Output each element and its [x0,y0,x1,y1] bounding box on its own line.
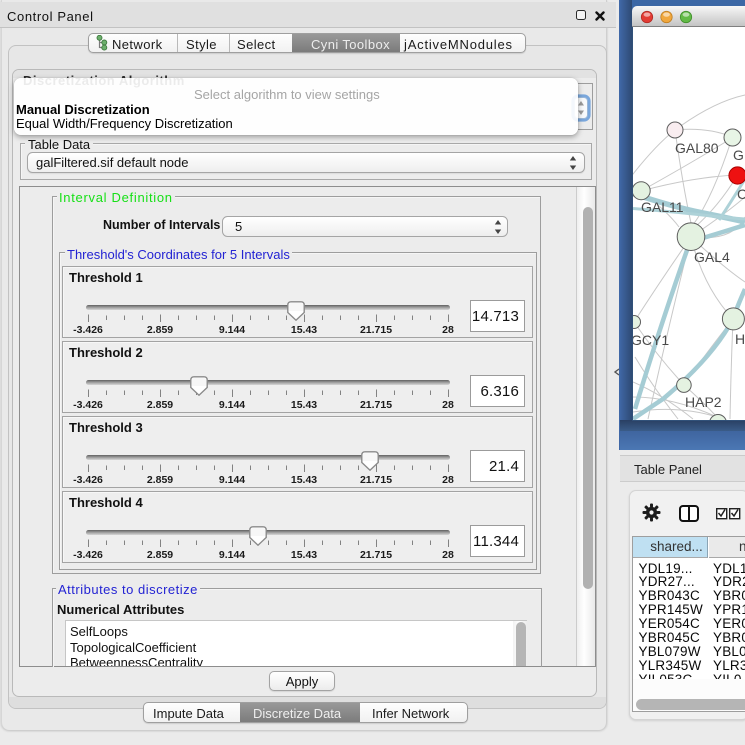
svg-text:HAP2: HAP2 [685,394,722,410]
svg-text:H: H [735,331,745,347]
svg-text:GAL80: GAL80 [675,140,719,156]
svg-text:GAL11: GAL11 [641,199,684,215]
svg-text:GCY1: GCY1 [633,332,669,348]
svg-text:G: G [733,147,744,163]
svg-text:C: C [737,186,745,202]
svg-text:GAL4: GAL4 [694,249,730,265]
